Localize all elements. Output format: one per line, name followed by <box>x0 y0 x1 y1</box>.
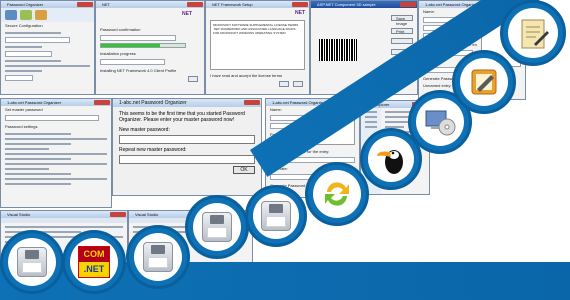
save-image-button[interactable]: Save Image <box>391 15 413 26</box>
window-titlebar: Visual Studio <box>1 211 127 218</box>
sync-arrows-icon <box>325 182 349 206</box>
barcode-image <box>319 39 357 61</box>
floppy-disk-icon <box>202 212 232 242</box>
install-button[interactable] <box>279 81 289 87</box>
window-titlebar: 1-abc.net Password Organizer <box>113 99 261 107</box>
install-action: Installing NET Framework 4.0 Client Prof… <box>100 68 177 73</box>
settings-label: Set master password <box>5 107 43 112</box>
floppy-disk-icon <box>17 247 47 277</box>
net-label: .NET <box>83 264 105 274</box>
welcome-message: This seems to be the first time that you… <box>119 111 245 123</box>
toolbar-icon[interactable] <box>5 10 17 20</box>
com-net-icon: COM .NET <box>78 246 110 278</box>
print-button[interactable]: Print <box>391 28 413 34</box>
screenshot-first-start-dialog: 1-abc.net Password Organizer This seems … <box>112 98 262 196</box>
com-label: COM <box>79 247 109 262</box>
toolbar-icon[interactable] <box>35 10 47 20</box>
window-titlebar: 1-abc.net Password Organizer <box>1 99 111 106</box>
license-box: MICROSOFT SOFTWARE SUPPLEMENTAL LICENSE … <box>210 20 305 70</box>
name-label: Name: <box>270 107 282 112</box>
accept-label[interactable]: I have read and accept the license terms <box>206 72 309 79</box>
icon-circle[interactable] <box>452 50 516 114</box>
progress-label: Installation progress <box>100 51 136 56</box>
screenshot-password-organizer-config: Password Organizer Secure Configuration <box>0 0 95 95</box>
floppy-disk-icon <box>143 242 173 272</box>
document-edit-icon <box>521 19 549 49</box>
screenshot-net-install: NET NET Password confirmation Installati… <box>95 0 205 95</box>
confirm-label: Password confirmation <box>100 27 141 32</box>
notepad-pen-icon <box>471 69 497 95</box>
icon-circle[interactable] <box>305 162 369 226</box>
cancel-button[interactable] <box>188 76 198 82</box>
icon-circle[interactable] <box>500 0 566 66</box>
toolbar-icon[interactable] <box>20 10 32 20</box>
window-titlebar: NET Framework Setup <box>206 1 309 8</box>
option-button[interactable] <box>391 38 413 44</box>
screenshot-master-password-settings: 1-abc.net Password Organizer Set master … <box>0 98 112 208</box>
toucan-icon <box>377 150 403 174</box>
progress-bar <box>100 43 187 48</box>
tab-label[interactable]: Secure Configuration <box>1 22 94 29</box>
ok-button[interactable]: OK <box>233 166 255 174</box>
repeat-password-input[interactable] <box>119 155 255 164</box>
icon-circle[interactable] <box>0 230 64 294</box>
settings-label: Password settings <box>5 124 38 129</box>
window-titlebar: NET <box>96 1 204 8</box>
repeat-password-label: Repeat new master password: <box>119 147 187 153</box>
icon-circle[interactable] <box>245 185 307 247</box>
screenshot-license-terms: NET Framework Setup NET MICROSOFT SOFTWA… <box>205 0 310 95</box>
icon-circle[interactable] <box>126 225 190 289</box>
new-password-input[interactable] <box>119 135 255 144</box>
icon-circle[interactable]: COM .NET <box>62 230 126 294</box>
cancel-button[interactable] <box>293 81 303 87</box>
floppy-disk-icon <box>261 201 291 231</box>
icon-circle[interactable] <box>185 195 249 259</box>
window-titlebar: ASP.NET Component 3D sample <box>311 1 417 8</box>
window-titlebar: Password Organizer <box>1 1 94 8</box>
computer-cd-icon <box>425 110 456 136</box>
new-password-label: New master password: <box>119 127 170 133</box>
net-logo: NET <box>295 10 305 16</box>
